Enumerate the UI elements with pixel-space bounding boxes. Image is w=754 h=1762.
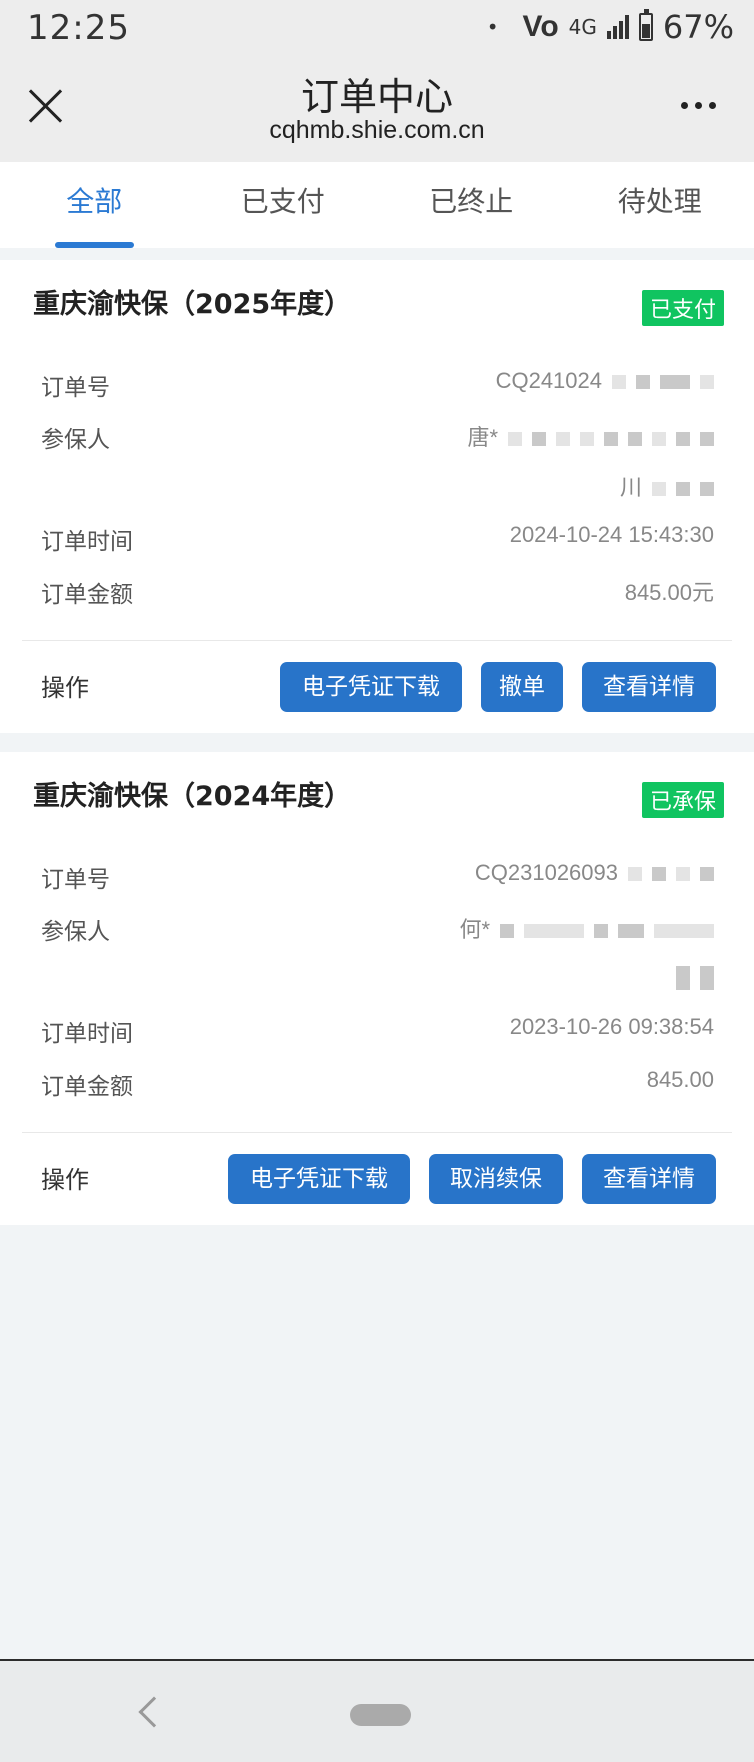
insured-label: 参保人 [41, 919, 110, 945]
page-title: 订单中心 [300, 75, 453, 119]
order-amount-label: 订单金额 [41, 582, 133, 608]
insured-extra-row [0, 964, 754, 1004]
status-bar: 12:25 • Vo 4G 67% [0, 0, 754, 56]
order-time-label: 订单时间 [41, 529, 133, 555]
order-number-label: 订单号 [41, 375, 110, 401]
action-label: 操作 [41, 1166, 89, 1194]
insured-value: 唐* [467, 420, 714, 452]
volte-icon: Vo [522, 10, 559, 43]
status-icons: • Vo 4G 67% [487, 8, 734, 46]
system-nav-bar [0, 1659, 754, 1762]
network-type: 4G [568, 15, 597, 39]
view-details-button[interactable]: 查看详情 [582, 1154, 716, 1204]
insured-extra-value [666, 964, 714, 991]
order-number-row: 订单号 CQ241024 [0, 368, 754, 408]
order-amount-value: 845.00 [646, 1067, 714, 1092]
order-title: 重庆渝快保（2024年度） [33, 781, 352, 812]
title-bar: 订单中心 cqhmb.shie.com.cn [0, 56, 754, 162]
order-card: 重庆渝快保（2024年度） 已承保 订单号 CQ231026093 参保人 何*… [0, 752, 754, 1225]
order-time-value: 2023-10-26 09:38:54 [509, 1014, 714, 1039]
cancel-renewal-button[interactable]: 取消续保 [429, 1154, 563, 1204]
order-time-row: 订单时间 2023-10-26 09:38:54 [0, 1014, 754, 1054]
status-badge: 已支付 [641, 290, 724, 326]
order-number-row: 订单号 CQ231026093 [0, 860, 754, 900]
order-time-row: 订单时间 2024-10-24 15:43:30 [0, 522, 754, 562]
order-amount-row: 订单金额 845.00元 [0, 575, 754, 615]
insured-extra-row: 川 [0, 470, 754, 510]
download-certificate-button[interactable]: 电子凭证下载 [280, 662, 462, 712]
order-amount-value: 845.00元 [624, 580, 714, 605]
download-certificate-button[interactable]: 电子凭证下载 [228, 1154, 410, 1204]
order-tabs: 全部 已支付 已终止 待处理 [0, 162, 754, 248]
order-number-value: CQ241024 [496, 368, 714, 394]
tab-paid[interactable]: 已支付 [189, 162, 378, 248]
order-amount-row: 订单金额 845.00 [0, 1067, 754, 1107]
home-pill[interactable] [350, 1704, 411, 1726]
order-time-label: 订单时间 [41, 1021, 133, 1047]
insured-extra-value: 川 [620, 470, 714, 502]
order-amount-label: 订单金额 [41, 1074, 133, 1100]
insured-row: 参保人 唐* [0, 420, 754, 460]
insured-value: 何* [459, 912, 714, 944]
tab-all[interactable]: 全部 [0, 162, 189, 248]
status-badge: 已承保 [641, 782, 724, 818]
order-number-value: CQ231026093 [475, 860, 714, 886]
more-icon[interactable] [681, 102, 716, 109]
view-details-button[interactable]: 查看详情 [582, 662, 716, 712]
divider [22, 640, 732, 641]
cancel-order-button[interactable]: 撤单 [481, 662, 563, 712]
signal-icon [606, 15, 629, 39]
tab-terminated[interactable]: 已终止 [377, 162, 566, 248]
divider [22, 1132, 732, 1133]
order-title: 重庆渝快保（2025年度） [33, 289, 352, 320]
order-time-value: 2024-10-24 15:43:30 [509, 522, 714, 547]
battery-icon [638, 9, 653, 41]
order-card: 重庆渝快保（2025年度） 已支付 订单号 CQ241024 参保人 唐* 川 … [0, 260, 754, 733]
page-url: cqhmb.shie.com.cn [269, 116, 485, 144]
action-label: 操作 [41, 674, 89, 702]
order-number-label: 订单号 [41, 867, 110, 893]
insured-row: 参保人 何* [0, 912, 754, 952]
back-icon[interactable] [138, 1696, 170, 1728]
status-time: 12:25 [27, 8, 130, 48]
insured-label: 参保人 [41, 427, 110, 453]
notification-dot: • [486, 15, 499, 39]
tab-pending[interactable]: 待处理 [566, 162, 754, 248]
battery-level: 67% [662, 8, 734, 46]
